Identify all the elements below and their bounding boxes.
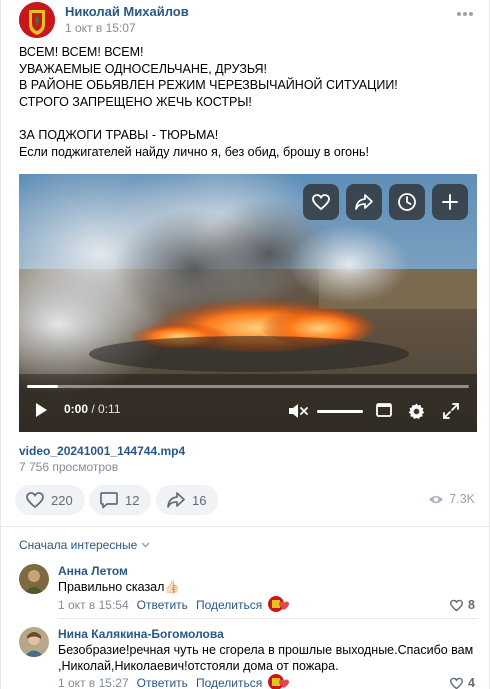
post-author-name[interactable]: Николай Михайлов (65, 4, 189, 19)
share-link[interactable]: Поделиться (196, 598, 262, 612)
reply-link[interactable]: Ответить (137, 598, 188, 612)
volume-slider-fill (317, 410, 363, 413)
comments-sort-label: Сначала интересные (19, 538, 138, 552)
video-duration: 0:11 (98, 402, 121, 416)
comment-text: Правильно сказал👍🏻 (58, 580, 180, 594)
post-text-line: В РАЙОНЕ ОБЬЯВЛЕН РЕЖИМ ЧЕРЕЗВЫЧАЙНОЙ СИ… (19, 78, 398, 92)
share-icon[interactable] (346, 184, 382, 220)
video-views-count: 7 756 просмотров (19, 460, 119, 474)
video-file-link[interactable]: video_20241001_144744.mp4 (19, 444, 185, 458)
share-link[interactable]: Поделиться (196, 676, 262, 689)
video-progress-bar[interactable] (27, 385, 469, 388)
fullscreen-icon[interactable] (441, 401, 461, 421)
play-icon[interactable] (33, 402, 49, 418)
share-icon (167, 492, 185, 508)
video-current-time: 0:00 (64, 402, 89, 416)
comment-like-button[interactable]: 4 (449, 676, 475, 689)
wall-post: Николай Михайлов 1 окт в 15:07 ВСЕМ! ВСЕ… (0, 0, 490, 689)
post-views: 7.3K (428, 492, 475, 506)
post-text: ВСЕМ! ВСЕМ! ВСЕМ! УВАЖАЕМЫЕ ОДНОСЕЛЬЧАНЕ… (19, 44, 479, 160)
eye-icon (429, 495, 444, 503)
comment-like-count: 8 (468, 598, 475, 612)
comment-text-line: Безобразие!речная чуть не сгорела в прош… (58, 643, 474, 657)
comment-button[interactable]: 12 (89, 485, 152, 515)
comment-text-line: ,Николай,Николаевич!отстояли дома от пож… (58, 659, 339, 673)
comment-avatar[interactable] (19, 564, 49, 594)
chevron-down-icon (141, 542, 150, 548)
post-text-line (19, 110, 479, 127)
video-player[interactable]: 0:00 / 0:11 (19, 174, 477, 432)
volume-slider[interactable] (317, 410, 363, 413)
share-button[interactable]: 16 (156, 485, 219, 515)
reaction-avatars[interactable] (267, 595, 291, 613)
comment-meta: 1 окт в 15:27 Ответить Поделиться (58, 676, 262, 689)
divider (58, 618, 478, 619)
miniplayer-icon[interactable] (375, 402, 393, 418)
divider (1, 526, 490, 527)
video-progress-fill (27, 385, 58, 388)
comment-like-button[interactable]: 8 (449, 598, 475, 612)
comment-meta: 1 окт в 15:54 Ответить Поделиться (58, 598, 262, 612)
post-text-line: ЗА ПОДЖОГИ ТРАВЫ - ТЮРЬМА! (19, 128, 219, 142)
comment-author[interactable]: Нина Калякина-Богомолова (58, 627, 224, 641)
post-text-line: Если поджигателей найду лично я, без оби… (19, 144, 369, 159)
reaction-avatars[interactable] (267, 673, 291, 689)
post-text-line: ВСЕМ! ВСЕМ! ВСЕМ! (19, 45, 144, 59)
author-avatar[interactable] (19, 2, 55, 38)
like-count: 220 (51, 492, 73, 508)
comment-count: 12 (125, 492, 140, 508)
post-text-line: УВАЖАЕМЫЕ ОДНОСЕЛЬЧАНЕ, ДРУЗЬЯ! (19, 61, 268, 76)
clock-icon[interactable] (389, 184, 425, 220)
comment-author[interactable]: Анна Летом (58, 564, 128, 578)
post-text-line: СТРОГО ЗАПРЕЩЕНО ЖЕЧЬ КОСТРЫ! (19, 94, 252, 109)
comment-like-count: 4 (468, 676, 475, 689)
volume-muted-icon[interactable] (287, 402, 309, 420)
heart-icon (450, 677, 464, 689)
settings-gear-icon[interactable] (406, 401, 426, 421)
post-views-count: 7.3K (449, 492, 475, 506)
like-button[interactable]: 220 (15, 485, 85, 515)
more-dots-icon[interactable] (457, 12, 473, 18)
reply-link[interactable]: Ответить (137, 676, 188, 689)
comments-sort-dropdown[interactable]: Сначала интересные (19, 538, 150, 552)
video-time-separator: / (88, 402, 99, 416)
heart-icon (450, 599, 464, 611)
heart-icon (26, 492, 44, 509)
comment-date[interactable]: 1 окт в 15:27 (58, 676, 129, 689)
comment-date[interactable]: 1 окт в 15:54 (58, 598, 129, 612)
comment-text: Безобразие!речная чуть не сгорела в прош… (58, 642, 473, 674)
plus-icon[interactable] (432, 184, 468, 220)
comment-icon (100, 492, 118, 509)
comment-avatar[interactable] (19, 627, 49, 657)
share-count: 16 (192, 492, 207, 508)
post-date[interactable]: 1 окт в 15:07 (65, 21, 136, 35)
video-time: 0:00 / 0:11 (64, 402, 121, 416)
heart-icon[interactable] (303, 184, 339, 220)
